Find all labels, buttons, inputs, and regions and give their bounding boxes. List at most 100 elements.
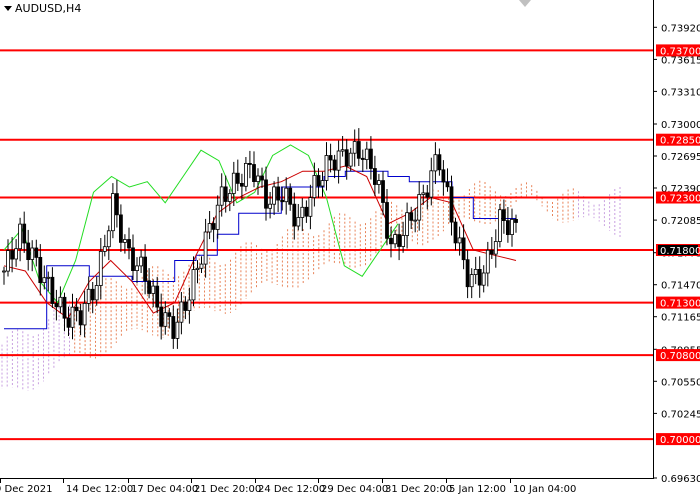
candle-body: [405, 212, 410, 236]
time-axis: 9 Dec 2021 14 Dec 12:0017 Dec 04:0021 Dec…: [0, 478, 576, 495]
price-tick-label: 0.73000: [661, 120, 700, 131]
candle-body: [195, 267, 200, 270]
candle-body: [417, 194, 422, 221]
candle-body: [489, 249, 494, 255]
candle-body: [477, 268, 482, 286]
candle-body: [22, 223, 27, 244]
price-tick-label: 0.72695: [661, 152, 700, 163]
candle-body: [151, 285, 156, 294]
level-price-text: 0.72300: [660, 194, 700, 205]
candle-body: [376, 180, 381, 185]
chart-shift-marker[interactable]: [519, 0, 531, 7]
candle-body: [10, 250, 15, 260]
candle-body: [264, 179, 268, 209]
candlesticks: [2, 128, 518, 349]
price-tick-label: 0.73310: [661, 87, 700, 98]
price-tick-label: 0.71165: [661, 313, 700, 324]
candle-body: [235, 172, 240, 184]
candle-body: [328, 155, 333, 161]
candle-body: [30, 247, 35, 260]
candle-body: [106, 230, 111, 248]
candle-body: [280, 199, 285, 203]
candle-body: [135, 265, 139, 271]
candle-body: [320, 180, 325, 187]
time-tick-label: 31 Dec 20:00: [385, 484, 452, 495]
candle-body: [429, 170, 434, 198]
level-price-text: 0.70800: [660, 351, 700, 362]
candle-body: [348, 152, 353, 167]
candle-body: [312, 175, 317, 199]
candle-body: [6, 250, 10, 272]
candle-body: [296, 217, 301, 227]
candle-body: [74, 306, 79, 312]
candle-body: [159, 306, 164, 327]
candle-body: [360, 157, 365, 160]
candle-body: [368, 148, 373, 169]
candle-body: [453, 221, 458, 244]
candle-body: [14, 248, 19, 260]
candle-body: [94, 285, 99, 301]
candle-body: [481, 272, 486, 286]
price-tick-label: 0.70245: [661, 409, 700, 420]
candle-body: [389, 237, 393, 245]
price-tick-label: 0.70550: [661, 377, 700, 388]
time-tick-label: 24 Dec 12:00: [258, 484, 325, 495]
candle-body: [102, 246, 107, 252]
candle-body: [340, 149, 345, 152]
candle-body: [163, 312, 168, 327]
candle-body: [155, 285, 160, 308]
candle-body: [364, 148, 369, 161]
candle-body: [441, 169, 446, 183]
candle-body: [510, 218, 514, 235]
price-tick-label: 0.72085: [661, 216, 700, 227]
candle-body: [38, 256, 43, 283]
candle-body: [50, 276, 55, 304]
candle-body: [54, 303, 59, 308]
time-tick-label: 5 Jan 12:00: [449, 484, 506, 495]
candle-body: [171, 316, 176, 339]
level-price-text: 0.73700: [660, 46, 700, 57]
candle-body: [473, 268, 478, 275]
candle-body: [239, 182, 244, 187]
candle-body: [147, 280, 152, 294]
candle-body: [344, 149, 349, 167]
candle-body: [111, 193, 115, 232]
candle-body: [203, 231, 208, 265]
candle-body: [501, 209, 506, 221]
candle-body: [324, 155, 329, 181]
candle-body: [308, 197, 313, 217]
level-price-text: 0.70000: [660, 435, 700, 446]
candle-body: [413, 219, 418, 222]
symbol-text: AUDUSD,H4: [15, 2, 82, 15]
dropdown-arrow-icon[interactable]: [4, 6, 12, 11]
candle-body: [115, 193, 119, 216]
price-tick-label: 0.73920: [661, 23, 700, 34]
symbol-label[interactable]: AUDUSD,H4: [4, 2, 81, 15]
candle-body: [505, 220, 510, 236]
candle-body: [66, 317, 71, 328]
candle-body: [288, 187, 293, 205]
candle-body: [62, 296, 67, 319]
candle-body: [183, 301, 188, 311]
candle-body: [449, 186, 454, 223]
candle-body: [42, 277, 47, 284]
time-tick-label: 14 Dec 12:00: [66, 484, 133, 495]
candle-body: [300, 206, 305, 218]
horizontal-levels[interactable]: [0, 49, 653, 441]
candle-body: [70, 306, 75, 328]
price-chart[interactable]: 0.739200.736150.733100.730000.726950.723…: [0, 0, 700, 500]
candle-body: [445, 181, 450, 188]
candle-body: [514, 218, 518, 223]
candle-body: [223, 186, 228, 202]
price-tick-label: 0.69630: [661, 474, 700, 485]
level-price-text: 0.71800: [660, 246, 700, 257]
candle-body: [316, 175, 321, 187]
candle-body: [131, 247, 135, 271]
candle-body: [167, 312, 172, 317]
candle-body: [82, 302, 87, 326]
candle-body: [292, 203, 297, 227]
candle-body: [461, 237, 466, 261]
candle-body: [215, 204, 220, 230]
candle-body: [231, 172, 236, 194]
level-price-text: 0.71300: [660, 299, 700, 310]
